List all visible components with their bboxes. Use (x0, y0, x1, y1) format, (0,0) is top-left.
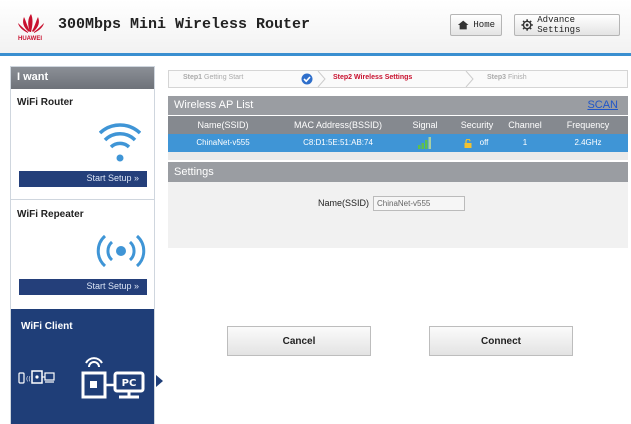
gear-icon (521, 19, 533, 31)
ap-list-body (168, 152, 628, 160)
wifi-router-start-setup-button[interactable]: Start Setup » (19, 171, 147, 187)
wizard-steps: Step1 Getting Start Step2 Wireless Setti… (168, 70, 628, 88)
unlock-icon (464, 139, 472, 148)
app-title: 300Mbps Mini Wireless Router (58, 16, 311, 33)
wifi-router-title: WiFi Router (17, 97, 74, 108)
scan-link[interactable]: SCAN (587, 99, 618, 111)
brand-text: HUAWEI (18, 36, 42, 42)
pc-label: PC (122, 378, 137, 389)
connect-button[interactable]: Connect (429, 326, 573, 356)
step-separator-icon (317, 71, 326, 87)
col-security: Security (460, 120, 494, 130)
settings-header: Settings (168, 162, 628, 182)
col-signal: Signal (412, 120, 438, 130)
step-separator-icon (465, 71, 474, 87)
repeater-signal-icon (96, 234, 146, 268)
row-channel: 1 (522, 138, 528, 147)
step-complete-check-icon (301, 73, 313, 85)
cancel-button[interactable]: Cancel (227, 326, 371, 356)
row-ssid: ChinaNet-v555 (196, 138, 250, 147)
col-ssid: Name(SSID) (197, 120, 249, 130)
sidebar: I want WiFi Router Start Setup » WiFi Re… (10, 66, 155, 424)
advance-settings-button[interactable]: Advance Settings (514, 14, 620, 36)
ap-list-header: Wireless AP List SCAN (168, 96, 628, 115)
wireless-client-pc-icon: PC (81, 357, 145, 399)
header-bar: HUAWEI 300Mbps Mini Wireless Router Home… (0, 0, 631, 56)
step-1: Step1 Getting Start (183, 74, 244, 81)
ap-list-title: Wireless AP List (174, 99, 254, 111)
col-frequency: Frequency (566, 120, 610, 130)
wifi-client-panel[interactable]: WiFi Client (( PC (11, 309, 154, 424)
svg-text:((: (( (26, 376, 31, 383)
wifi-icon (99, 123, 141, 162)
signal-bars-icon (418, 137, 431, 149)
sidebar-divider (11, 199, 154, 200)
home-icon (457, 20, 469, 30)
ap-table-header: Name(SSID) MAC Address(BSSID) Signal Sec… (168, 116, 628, 134)
selected-option-arrow-icon (156, 375, 163, 387)
col-mac: MAC Address(BSSID) (293, 120, 383, 130)
small-client-devices-icon: (( (18, 370, 55, 384)
sidebar-heading: I want (11, 67, 154, 89)
home-button[interactable]: Home (450, 14, 502, 36)
router-admin-page: HUAWEI 300Mbps Mini Wireless Router Home… (0, 0, 631, 424)
wifi-repeater-title: WiFi Repeater (17, 209, 84, 220)
step-2: Step2 Wireless Settings (333, 74, 413, 81)
ssid-input[interactable] (373, 196, 465, 211)
advance-settings-label: Advance Settings (537, 15, 581, 35)
wifi-client-title: WiFi Client (21, 321, 73, 332)
row-mac: C8:D1:5E:51:AB:74 (303, 138, 373, 147)
step-3: Step3 Finish (487, 74, 527, 81)
wifi-repeater-start-setup-button[interactable]: Start Setup » (19, 279, 147, 295)
settings-body (168, 182, 628, 248)
row-frequency: 2.4GHz (574, 138, 602, 147)
table-row[interactable]: ChinaNet-v555 C8:D1:5E:51:AB:74 off 1 2.… (168, 134, 628, 152)
col-channel: Channel (508, 120, 542, 130)
row-security: off (479, 138, 489, 147)
home-button-label: Home (473, 20, 495, 30)
ssid-label: Name(SSID) (318, 198, 370, 208)
